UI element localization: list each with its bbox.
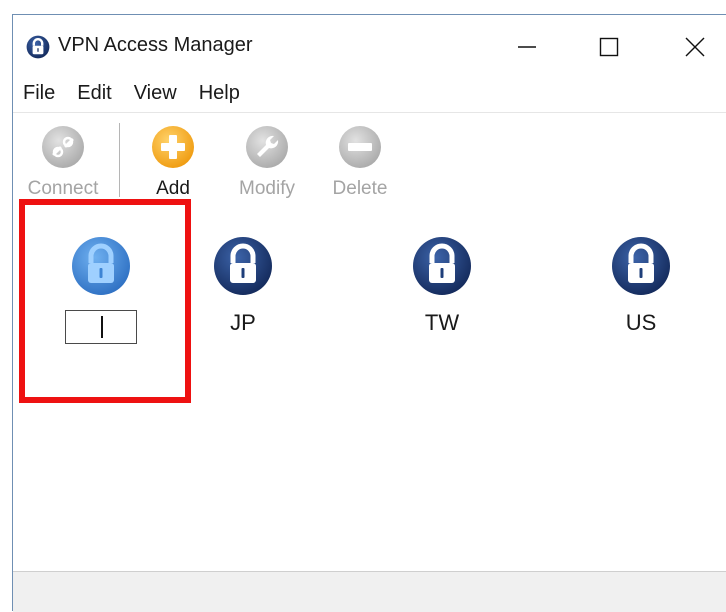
- vpn-item-us[interactable]: US: [576, 235, 706, 336]
- menu-bar: File Edit View Help: [13, 77, 726, 109]
- add-label: Add: [156, 178, 190, 199]
- delete-button[interactable]: Delete: [325, 123, 395, 200]
- app-lock-icon: [26, 35, 50, 64]
- maximize-button[interactable]: [585, 27, 633, 67]
- menu-edit[interactable]: Edit: [66, 77, 122, 109]
- menu-view[interactable]: View: [123, 77, 188, 109]
- vpn-manager-window: VPN Access Manager File Edit View Help C…: [12, 14, 726, 612]
- add-button[interactable]: Add: [141, 123, 205, 200]
- lock-icon: [610, 235, 672, 302]
- vpn-label: US: [625, 310, 657, 335]
- minimize-icon: [518, 46, 536, 48]
- menu-file[interactable]: File: [13, 77, 66, 109]
- connect-label: Connect: [27, 178, 99, 199]
- menu-help[interactable]: Help: [188, 77, 251, 109]
- toolbar-separator: [119, 123, 120, 197]
- close-icon: [685, 37, 705, 57]
- vpn-item-tw[interactable]: TW: [377, 235, 507, 336]
- lock-icon: [212, 235, 274, 302]
- modify-label: Modify: [239, 178, 295, 199]
- close-button[interactable]: [671, 27, 719, 67]
- lock-icon: [411, 235, 473, 302]
- status-bar: [13, 572, 726, 612]
- add-icon: [149, 123, 197, 171]
- maximize-icon: [599, 37, 619, 57]
- delete-label: Delete: [332, 178, 388, 199]
- minimize-button[interactable]: [503, 27, 551, 67]
- vpn-list[interactable]: JP TW US: [13, 199, 726, 572]
- title-bar: VPN Access Manager: [13, 15, 726, 75]
- connect-icon: [39, 123, 87, 171]
- connect-button[interactable]: Connect: [19, 123, 107, 200]
- vpn-item-jp[interactable]: JP: [178, 235, 308, 336]
- wrench-icon: [243, 123, 291, 171]
- modify-button[interactable]: Modify: [227, 123, 307, 200]
- highlight-box: [19, 199, 191, 403]
- vpn-label: TW: [424, 310, 460, 335]
- minus-icon: [336, 123, 384, 171]
- window-title: VPN Access Manager: [58, 34, 253, 56]
- vpn-label: JP: [230, 310, 256, 335]
- toolbar: Connect Add Modify Delete: [13, 112, 726, 210]
